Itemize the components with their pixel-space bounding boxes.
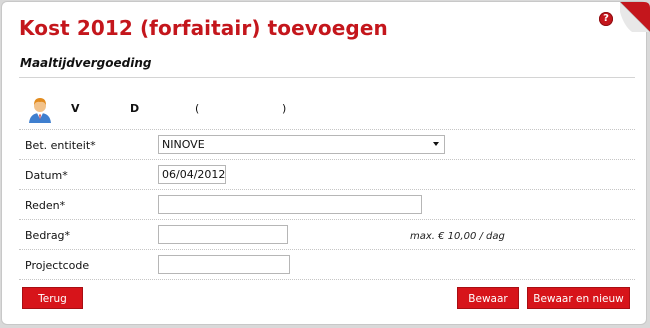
entity-label: Bet. entiteit*	[25, 139, 96, 152]
question-icon[interactable]: ?	[599, 12, 613, 26]
entity-select-value: NINOVE	[162, 138, 205, 151]
row-divider	[19, 159, 635, 160]
chevron-down-icon	[433, 142, 439, 146]
employee-last-initial: D	[130, 102, 140, 115]
amount-label: Bedrag*	[25, 229, 71, 242]
project-field[interactable]	[158, 255, 290, 274]
amount-field[interactable]	[158, 225, 288, 244]
entity-select[interactable]: NINOVE	[158, 135, 445, 154]
row-divider	[19, 189, 635, 190]
dialog-panel: Kost 2012 (forfaitair) toevoegen ? Maalt…	[1, 1, 650, 325]
reason-field[interactable]	[158, 195, 422, 214]
project-label: Projectcode	[25, 259, 90, 272]
date-label: Datum*	[25, 169, 68, 182]
user-avatar-icon	[29, 98, 51, 123]
divider	[19, 77, 635, 78]
save-button[interactable]: Bewaar	[457, 287, 519, 309]
page-title: Kost 2012 (forfaitair) toevoegen	[19, 16, 388, 40]
back-button[interactable]: Terug	[22, 287, 83, 309]
row-divider	[19, 219, 635, 220]
employee-first-initial: V	[71, 102, 80, 115]
section-title: Maaltijdvergoeding	[20, 56, 152, 70]
employee-paren-close: )	[282, 102, 287, 115]
amount-hint: max. € 10,00 / dag	[410, 231, 505, 242]
page-curl-icon	[620, 2, 650, 32]
date-field[interactable]: 06/04/2012	[158, 165, 226, 184]
row-divider	[19, 129, 635, 130]
save-and-new-button[interactable]: Bewaar en nieuw	[527, 287, 630, 309]
row-divider	[19, 279, 635, 280]
employee-paren-open: (	[195, 102, 200, 115]
row-divider	[19, 249, 635, 250]
reason-label: Reden*	[25, 199, 66, 212]
